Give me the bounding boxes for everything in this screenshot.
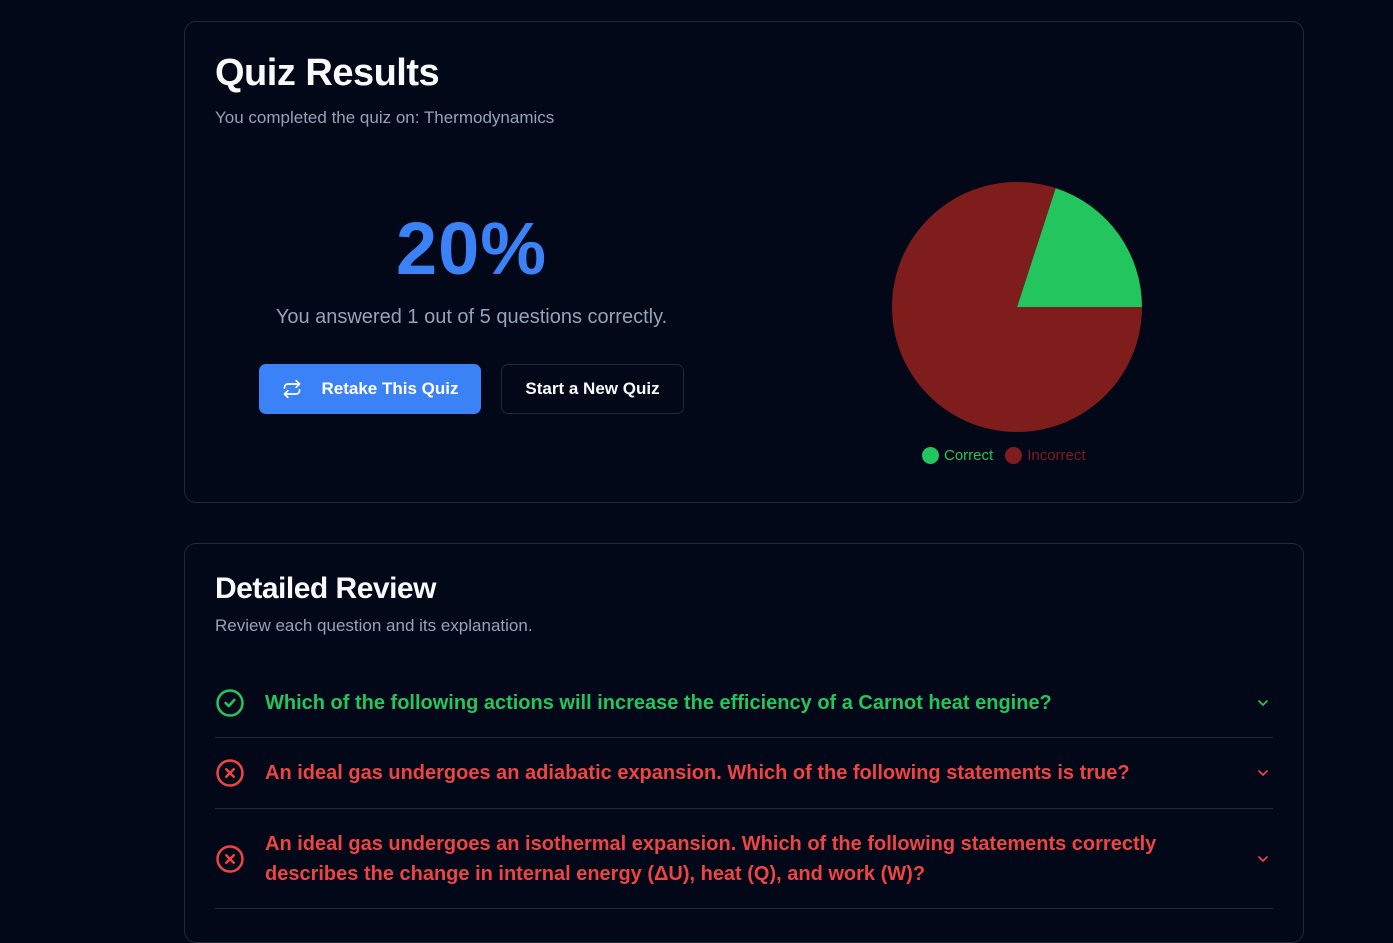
review-card: Detailed Review Review each question and… — [184, 543, 1304, 943]
review-title: Detailed Review — [215, 572, 436, 605]
chevron-down-icon[interactable] — [1255, 765, 1271, 781]
review-item-2[interactable]: An ideal gas undergoes an adiabatic expa… — [215, 738, 1273, 809]
legend-label: Correct — [944, 447, 994, 464]
review-question-text: Which of the following actions will incr… — [265, 691, 1052, 714]
review-question-text: An ideal gas undergoes an isothermal exp… — [265, 832, 1157, 885]
x-circle-icon — [216, 844, 244, 873]
legend-dot — [1005, 447, 1023, 464]
chevron-down-icon[interactable] — [1255, 851, 1271, 867]
x-circle-icon — [216, 759, 244, 787]
pie-chart-svg — [892, 182, 1142, 432]
review-item-1[interactable]: Which of the following actions will incr… — [215, 668, 1273, 738]
review-accordion: Which of the following actions will incr… — [215, 668, 1273, 909]
score-percentage: 20% — [395, 207, 548, 290]
results-card: Quiz Results You completed the quiz on: … — [184, 21, 1304, 503]
retake-quiz-button[interactable]: Retake This Quiz — [259, 364, 481, 414]
legend-dot — [922, 447, 939, 464]
new-quiz-label: Start a New Quiz — [525, 379, 660, 398]
results-title: Quiz Results — [215, 52, 440, 94]
repeat-icon — [283, 379, 300, 399]
retake-quiz-label: Retake This Quiz — [321, 379, 459, 398]
review-item-3[interactable]: An ideal gas undergoes an isothermal exp… — [215, 809, 1273, 909]
new-quiz-button[interactable]: Start a New Quiz — [501, 364, 684, 414]
score-summary: You answered 1 out of 5 questions correc… — [275, 306, 668, 328]
review-question-text: An ideal gas undergoes an adiabatic expa… — [265, 762, 1130, 784]
legend-item-correct: Correct — [922, 447, 993, 464]
chevron-down-icon[interactable] — [1255, 695, 1271, 711]
check-circle-icon — [216, 688, 244, 717]
review-subtitle: Review each question and its explanation… — [215, 616, 533, 635]
results-subtitle: You completed the quiz on: Thermodynamic… — [215, 108, 555, 127]
pie-legend: Correct Incorrect — [922, 447, 1086, 464]
results-pie-chart — [891, 181, 1143, 433]
legend-label: Incorrect — [1027, 447, 1086, 464]
legend-item-incorrect: Incorrect — [1005, 447, 1086, 464]
